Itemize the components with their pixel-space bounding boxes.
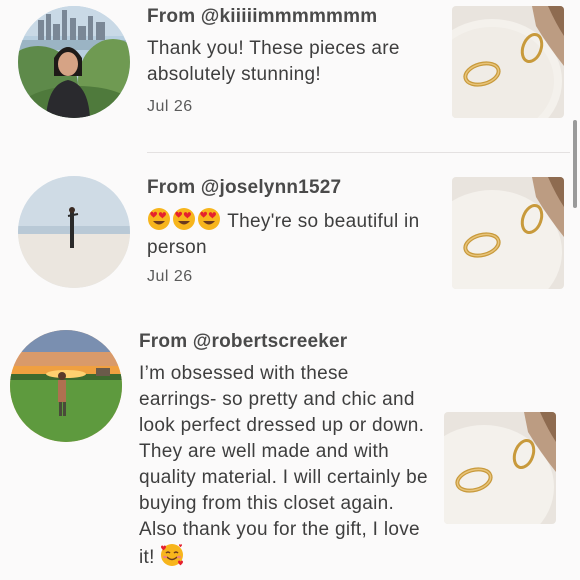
listing-thumbnail[interactable]: [452, 6, 564, 118]
review-date: Jul 26: [147, 268, 193, 285]
review-divider: [147, 152, 570, 153]
reviewer-avatar[interactable]: [18, 6, 130, 118]
listing-thumbnail[interactable]: [444, 412, 556, 524]
review-author[interactable]: From @kiiiiimmmmmmm: [147, 6, 377, 28]
reviewer-avatar[interactable]: [10, 330, 122, 442]
reviewer-avatar[interactable]: [18, 176, 130, 288]
review-author[interactable]: From @robertscreeker: [139, 331, 347, 353]
listing-thumbnail[interactable]: [452, 177, 564, 289]
review-author[interactable]: From @joselynn1527: [147, 177, 341, 199]
review-message: They're so beautiful in person: [147, 207, 432, 261]
review-message: I’m obsessed with these earrings- so pre…: [139, 361, 429, 571]
smiling-face-with-hearts-icon: [160, 544, 185, 568]
review-message: Thank you! These pieces are absolutely s…: [147, 38, 400, 85]
review-date: Jul 26: [147, 98, 193, 115]
heart-eyes-icon: [147, 208, 227, 232]
review-message-text: I’m obsessed with these earrings- so pre…: [139, 363, 428, 568]
scrollbar[interactable]: [573, 120, 577, 208]
